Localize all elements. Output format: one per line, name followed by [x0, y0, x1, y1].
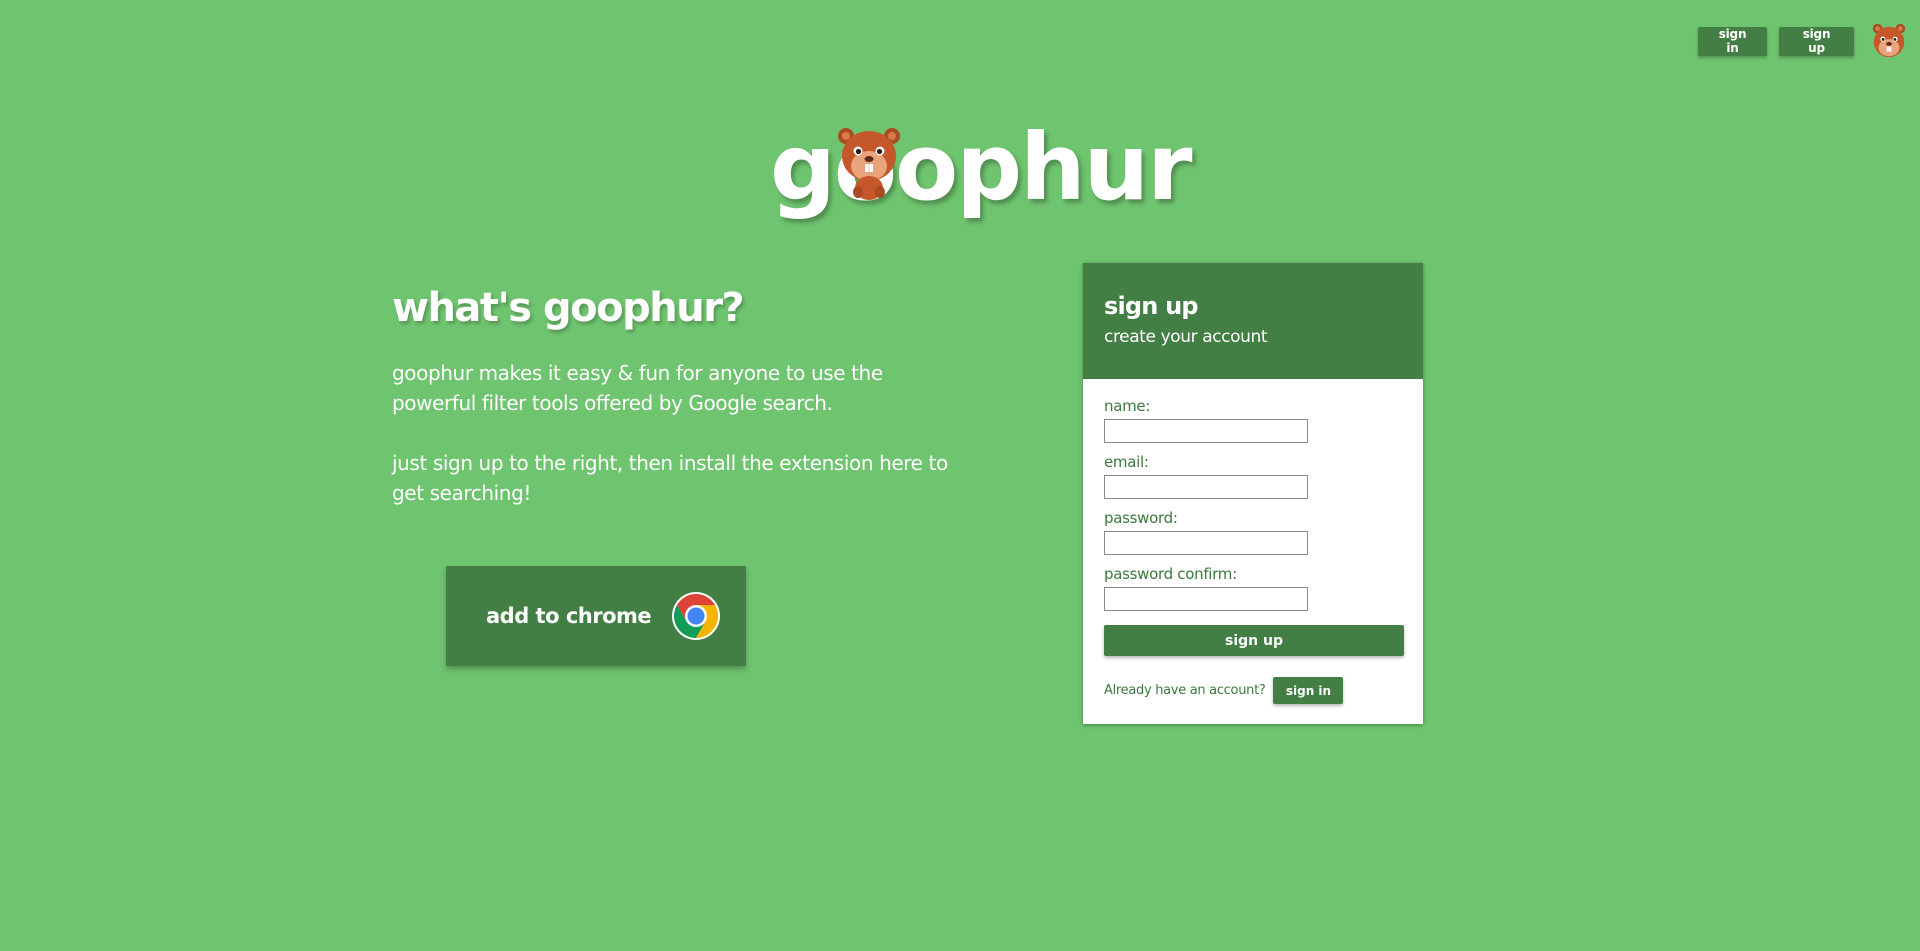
card-sign-in-button[interactable]: sign in: [1273, 677, 1344, 704]
signup-card-subtitle: create your account: [1104, 327, 1268, 347]
logo-text: goophur: [770, 114, 1192, 221]
nav-sign-up-button[interactable]: sign up: [1779, 26, 1854, 56]
about-paragraph-1: goophur makes it easy & fun for anyone t…: [392, 361, 883, 415]
name-field[interactable]: [1104, 419, 1308, 443]
signup-card: sign up create your account name: email:…: [1083, 263, 1423, 724]
add-to-chrome-label: add to chrome: [486, 604, 652, 628]
password-confirm-field[interactable]: [1104, 587, 1308, 611]
existing-account-row: Already have an account? sign in: [1104, 677, 1402, 704]
top-navigation: sign in sign up: [1698, 22, 1908, 60]
about-paragraph-2: just sign up to the right, then install …: [392, 451, 948, 505]
goophur-logo: goophur: [770, 122, 1192, 232]
signup-card-header: sign up create your account: [1083, 263, 1423, 379]
add-to-chrome-button[interactable]: add to chrome: [446, 566, 746, 666]
signup-submit-button[interactable]: sign up: [1104, 625, 1404, 656]
password-confirm-label: password confirm:: [1104, 565, 1237, 583]
name-label: name:: [1104, 397, 1151, 415]
email-label: email:: [1104, 453, 1149, 471]
about-heading: what's goophur?: [392, 285, 745, 331]
signup-form: name: email: password: password confirm:…: [1083, 379, 1423, 704]
chrome-logo-icon: [672, 592, 721, 640]
beaver-mascot-icon: [838, 128, 900, 200]
nav-sign-in-button[interactable]: sign in: [1698, 26, 1767, 56]
existing-account-prompt: Already have an account?: [1104, 683, 1266, 698]
email-field[interactable]: [1104, 475, 1308, 499]
password-label: password:: [1104, 509, 1178, 527]
signup-card-title: sign up: [1104, 292, 1199, 320]
about-section: what's goophur? goophur makes it easy & …: [392, 280, 952, 538]
password-field[interactable]: [1104, 531, 1308, 555]
beaver-avatar-icon[interactable]: [1870, 22, 1908, 60]
